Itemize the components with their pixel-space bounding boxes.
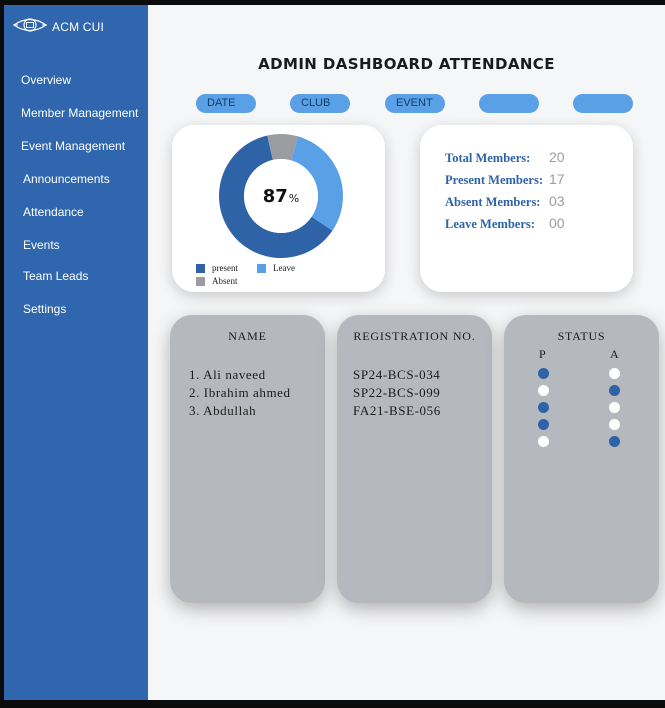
name-panel: NAME 1. Ali naveed 2. Ibrahim ahmed 3. A… [170,315,325,603]
app-frame: ACM CUI Overview Member Management Event… [4,5,665,700]
sidebar-item-announcements[interactable]: Announcements [23,172,110,186]
leave-members-label: Leave Members: [445,217,535,231]
filter-blank-button-1[interactable] [479,94,539,113]
status-panel: STATUS P A [504,315,659,603]
registration-row-2: SP22-BCS-099 [353,385,441,400]
status-absent-radio[interactable] [609,368,620,379]
total-members-value: 20 [549,149,565,165]
registration-panel: REGISTRATION NO. SP24-BCS-034 SP22-BCS-0… [337,315,492,603]
legend-present: present [196,263,238,273]
sidebar: ACM CUI Overview Member Management Event… [4,5,148,700]
status-present-radio[interactable] [538,368,549,379]
present-members-value: 17 [549,171,565,187]
legend-label-present: present [212,263,238,273]
absent-column-label: A [610,347,619,361]
legend-leave: Leave [257,263,295,273]
status-present-radio[interactable] [538,436,549,447]
registration-column-header: REGISTRATION NO. [353,329,476,343]
acm-logo-icon [12,12,48,42]
name-row-1: 1. Ali naveed [189,367,266,382]
status-present-radio[interactable] [538,402,549,413]
present-column-label: P [539,347,546,361]
legend-label-leave: Leave [273,263,295,273]
leave-members-value: 00 [549,215,565,231]
filter-blank-button-2[interactable] [573,94,633,113]
page-title: ADMIN DASHBOARD ATTENDANCE [258,55,555,73]
sidebar-item-overview[interactable]: Overview [21,73,71,87]
name-row-2: 2. Ibrahim ahmed [189,385,291,400]
filter-event-button[interactable]: EVENT [385,94,445,113]
legend-swatch-absent [196,276,205,286]
brand-name: ACM CUI [52,20,105,34]
donut-chart: 87% [218,133,344,259]
attendance-chart-card: 87% present Leave Absent [172,125,385,292]
brand[interactable]: ACM CUI [12,14,104,40]
sidebar-item-member-management[interactable]: Member Management [21,106,138,120]
status-absent-radio[interactable] [609,419,620,430]
status-absent-radio[interactable] [609,385,620,396]
present-members-label: Present Members: [445,173,543,187]
status-column-header: STATUS [557,329,606,343]
percent-value: 87 [262,185,288,207]
status-absent-radio[interactable] [609,402,620,413]
sidebar-item-event-management[interactable]: Event Management [21,139,125,153]
sidebar-item-events[interactable]: Events [23,238,60,252]
member-stats-card: Total Members: 20 Present Members: 17 Ab… [420,125,633,292]
name-row-3: 3. Abdullah [189,403,257,418]
absent-members-label: Absent Members: [445,195,541,209]
sidebar-item-settings[interactable]: Settings [23,302,66,316]
filter-club-button[interactable]: CLUB [290,94,350,113]
filter-date-button[interactable]: DATE [196,94,256,113]
name-column-header: NAME [228,329,267,343]
legend-swatch-leave [257,263,266,273]
legend-absent: Absent [196,276,238,286]
sidebar-item-attendance[interactable]: Attendance [23,205,84,219]
registration-row-3: FA21-BSE-056 [353,403,441,418]
absent-members-value: 03 [549,193,565,209]
donut-center-label: 87% [218,133,344,259]
registration-row-1: SP24-BCS-034 [353,367,441,382]
sidebar-item-team-leads[interactable]: Team Leads [23,269,88,283]
status-present-radio[interactable] [538,419,549,430]
percent-sign: % [288,191,300,205]
legend-swatch-present [196,263,205,273]
total-members-label: Total Members: [445,151,531,165]
status-absent-radio[interactable] [609,436,620,447]
legend-label-absent: Absent [212,276,238,286]
status-present-radio[interactable] [538,385,549,396]
